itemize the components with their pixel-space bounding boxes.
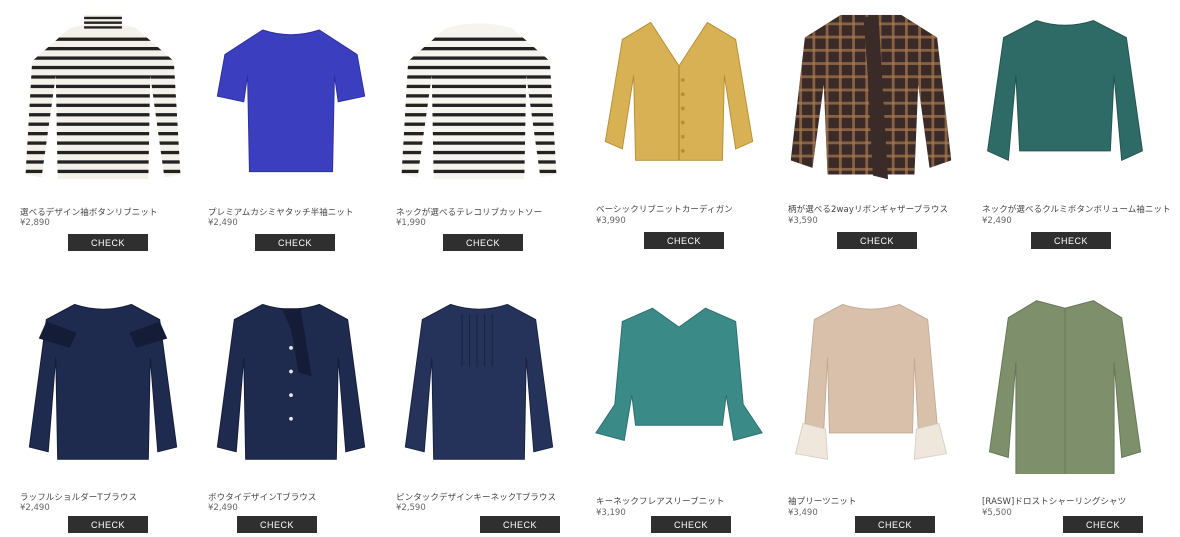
product-image[interactable] [980,4,1150,192]
product-image[interactable] [786,4,956,192]
product-name[interactable]: ボウタイデザインTブラウス [208,491,317,503]
product-price: ¥3,990 [596,216,626,226]
check-button[interactable]: CHECK [68,516,148,533]
check-button[interactable]: CHECK [443,234,523,251]
product-name[interactable]: 柄が選べる2wayリボンギャザーブラウス [788,203,948,215]
check-button[interactable]: CHECK [255,234,335,251]
product-image[interactable] [980,286,1150,474]
product-name[interactable]: [RASW]ドロストシャーリングシャツ [982,495,1126,507]
product-name[interactable]: ネックが選べるクルミボタンボリューム袖ニット [982,203,1171,215]
product-price: ¥2,490 [208,218,238,228]
product-name[interactable]: 袖プリーツニット [788,495,857,507]
product-name[interactable]: ネックが選べるテレコリブカットソー [396,206,542,218]
check-button[interactable]: CHECK [651,516,731,533]
product-image[interactable] [594,4,764,192]
product-image[interactable] [206,286,376,474]
product-price: ¥1,990 [396,218,426,228]
product-name[interactable]: キーネックフレアスリーブニット [596,495,725,507]
check-button[interactable]: CHECK [644,232,724,249]
product-name[interactable]: ベーシックリブニットカーディガン [596,203,733,215]
product-image[interactable] [18,286,188,474]
product-image[interactable] [18,4,188,192]
product-price: ¥2,490 [982,216,1012,226]
product-name[interactable]: 選べるデザイン袖ボタンリブニット [20,206,158,218]
product-image[interactable] [786,286,956,474]
check-button[interactable]: CHECK [68,234,148,251]
check-button[interactable]: CHECK [1031,232,1111,249]
check-button[interactable]: CHECK [237,516,317,533]
product-price: ¥2,590 [396,503,426,513]
product-name[interactable]: プレミアムカシミヤタッチ半袖ニット [208,206,354,218]
product-price: ¥3,190 [596,508,626,518]
product-price: ¥5,500 [982,508,1012,518]
product-image[interactable] [594,286,764,474]
check-button[interactable]: CHECK [480,516,560,533]
product-image[interactable] [394,286,564,474]
product-price: ¥3,590 [788,216,818,226]
product-name[interactable]: ピンタックデザインキーネックTブラウス [396,491,556,503]
check-button[interactable]: CHECK [837,232,917,249]
product-price: ¥2,490 [20,503,50,513]
check-button[interactable]: CHECK [855,516,935,533]
product-price: ¥2,490 [208,503,238,513]
check-button[interactable]: CHECK [1063,516,1143,533]
product-price: ¥3,490 [788,508,818,518]
product-image[interactable] [206,4,376,192]
product-price: ¥2,890 [20,218,50,228]
product-image[interactable] [394,4,564,192]
product-name[interactable]: ラッフルショルダーTブラウス [20,491,137,503]
